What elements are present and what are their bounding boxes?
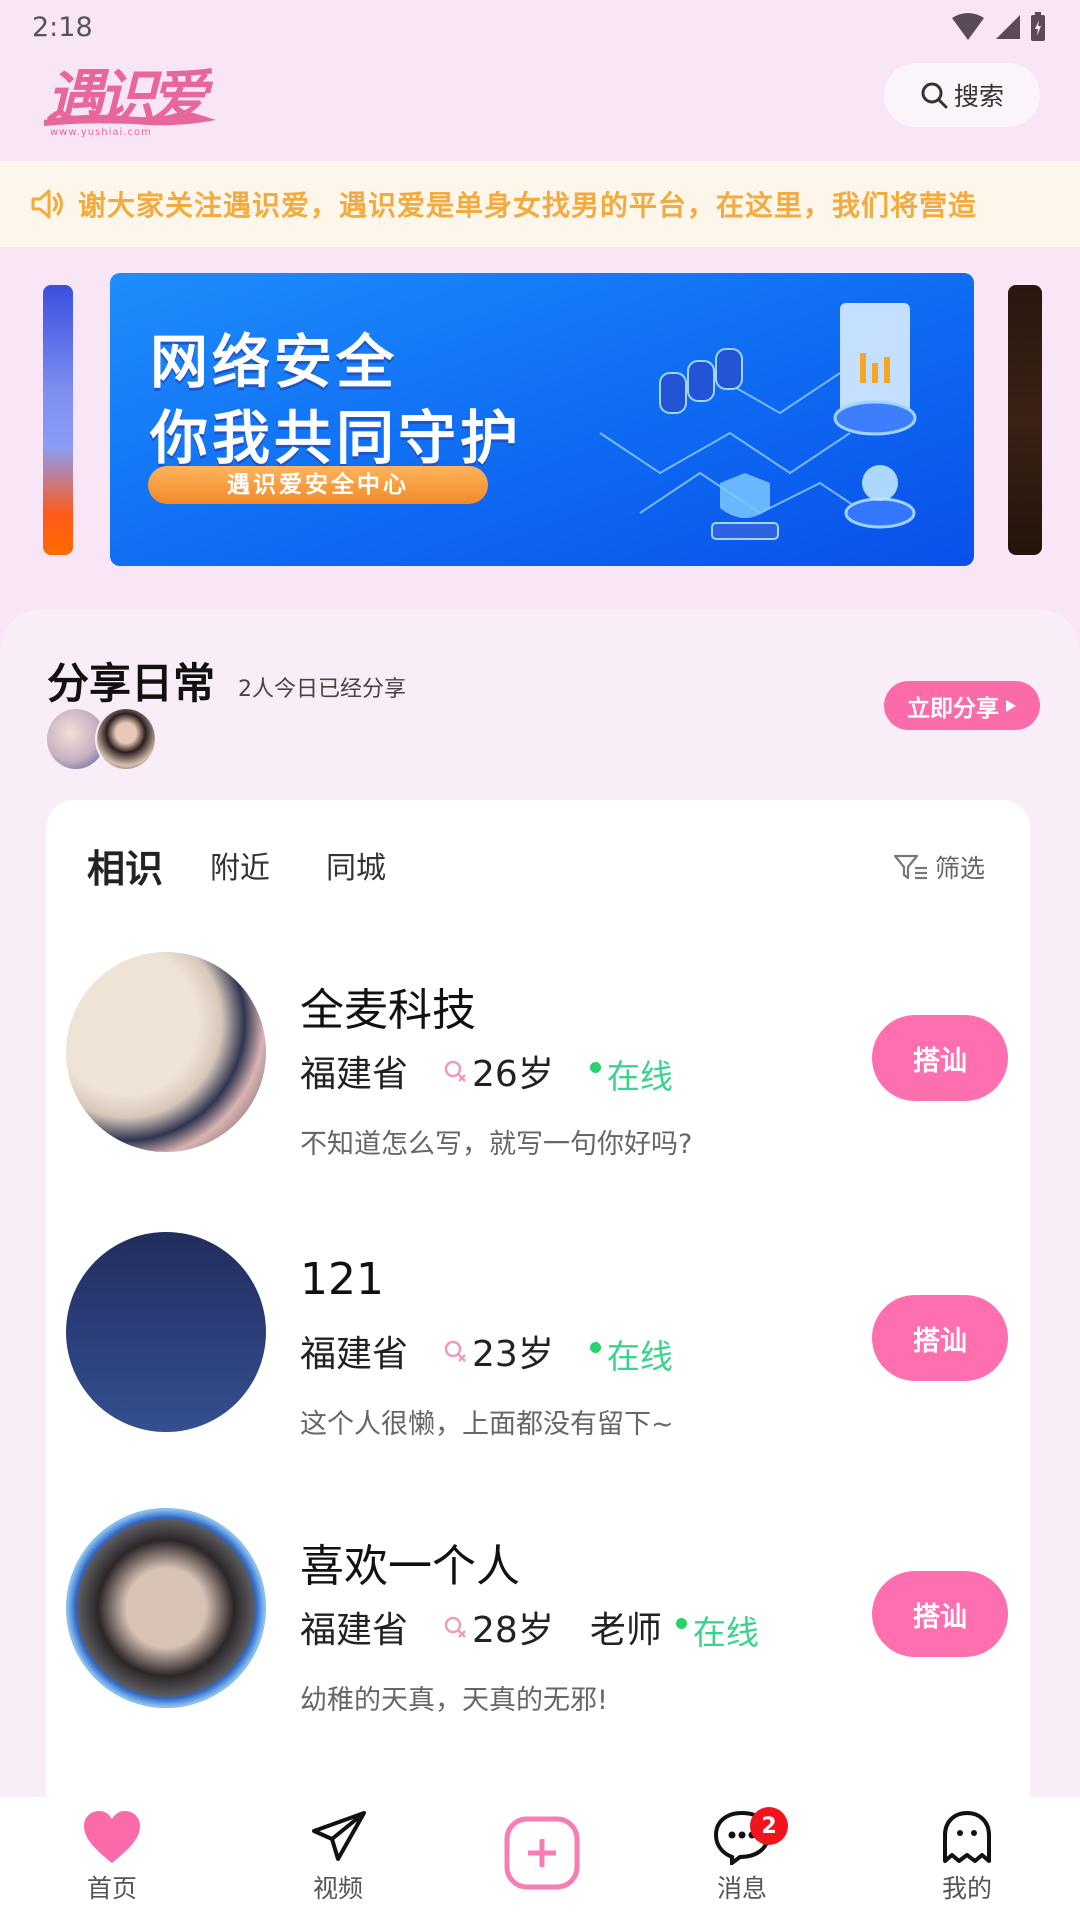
greet-button[interactable]: 搭讪 — [872, 1571, 1008, 1657]
user-name: 121 — [300, 1254, 384, 1305]
nav-home[interactable]: 首页 — [52, 1809, 172, 1905]
banner-carousel-slide[interactable]: 网络安全 你我共同守护 遇识爱安全中心 — [110, 273, 974, 566]
greet-button[interactable]: 搭讪 — [872, 1295, 1008, 1381]
wifi-icon — [952, 13, 984, 40]
speaker-icon — [31, 189, 63, 219]
search-label: 搜索 — [953, 82, 1004, 111]
greet-button[interactable]: 搭讪 — [872, 1015, 1008, 1101]
female-icon — [444, 1340, 466, 1362]
nav-video[interactable]: 视频 — [278, 1809, 398, 1905]
user-meta: 福建省 26岁 在线 — [300, 1044, 673, 1098]
nav-label: 视频 — [312, 1874, 363, 1903]
online-dot — [675, 1617, 687, 1629]
female-icon — [444, 1616, 466, 1638]
online-status: 在线 — [692, 1613, 759, 1652]
logo-subtitle: www.yushiai.com — [50, 127, 152, 138]
banner-subheadline: 你我共同守护 — [150, 404, 523, 472]
user-bio: 不知道怎么写，就写一句你好吗? — [300, 1129, 693, 1160]
tab-nearby[interactable]: 附近 — [210, 843, 270, 887]
filter-label: 筛选 — [935, 854, 986, 883]
list-item[interactable]: 喜欢一个人 福建省 28岁 老师 在线 幼稚的天真，天真的无邪! 搭讪 — [46, 1508, 1030, 1768]
paper-plane-icon — [312, 1811, 366, 1861]
user-name: 喜欢一个人 — [300, 1541, 520, 1592]
play-arrow-icon — [1006, 699, 1016, 712]
share-subtitle: 2人今日已经分享 — [238, 677, 406, 702]
battery-charging-icon — [1031, 12, 1045, 41]
notice-text: 谢大家关注遇识爱，遇识爱是单身女找男的平台，在这里，我们将营造 — [78, 189, 978, 222]
search-icon — [921, 82, 948, 109]
bottom-nav: 首页 视频 2 消息 我的 — [0, 1797, 1080, 1920]
carousel-prev-card[interactable] — [43, 285, 73, 555]
nav-label: 首页 — [86, 1874, 137, 1903]
tab-acquaintance[interactable]: 相识 — [87, 838, 163, 893]
list-item[interactable]: 121 福建省 23岁 在线 这个人很懒，上面都没有留下~ 搭讪 — [46, 1232, 1030, 1492]
avatar[interactable] — [66, 1232, 266, 1432]
nav-label: 我的 — [941, 1874, 992, 1903]
female-icon — [444, 1060, 466, 1082]
notice-bar[interactable]: 谢大家关注遇识爱，遇识爱是单身女找男的平台，在这里，我们将营造 — [0, 161, 1080, 247]
carousel-next-card[interactable] — [1008, 285, 1042, 555]
occupation: 老师 — [589, 1610, 662, 1651]
avatar[interactable] — [95, 707, 157, 771]
banner-headline: 网络安全 — [150, 328, 399, 396]
ghost-icon — [943, 1811, 991, 1863]
avatar[interactable] — [66, 952, 266, 1152]
status-icons — [950, 12, 1046, 42]
age: 28岁 — [472, 1610, 554, 1651]
user-name: 全麦科技 — [300, 985, 476, 1036]
online-status: 在线 — [606, 1057, 673, 1096]
online-dot — [589, 1061, 601, 1073]
share-now-button[interactable]: 立即分享 — [884, 681, 1040, 730]
unread-badge: 2 — [750, 1807, 788, 1845]
list-item[interactable]: 全麦科技 福建省 26岁 在线 不知道怎么写，就写一句你好吗? 搭讪 — [46, 952, 1030, 1212]
filter-button[interactable]: 筛选 — [893, 849, 985, 885]
status-time: 2:18 — [32, 12, 93, 43]
heart-icon — [84, 1811, 140, 1863]
search-button[interactable]: 搜索 — [884, 63, 1040, 127]
app-logo: 遇识爱 www.yushiai.com — [44, 50, 219, 142]
nav-messages[interactable]: 2 消息 — [682, 1807, 802, 1905]
user-bio: 这个人很懒，上面都没有留下~ — [300, 1409, 674, 1440]
online-status: 在线 — [606, 1337, 673, 1376]
user-bio: 幼稚的天真，天真的无邪! — [300, 1685, 608, 1716]
age: 26岁 — [472, 1054, 554, 1095]
province: 福建省 — [300, 1054, 409, 1095]
tab-same-city[interactable]: 同城 — [326, 843, 386, 887]
network-security-illustration — [599, 303, 917, 540]
logo-swoosh — [44, 110, 216, 126]
user-meta: 福建省 28岁 老师 在线 — [300, 1600, 759, 1654]
age: 23岁 — [472, 1334, 554, 1375]
share-title: 分享日常 — [47, 659, 216, 708]
province: 福建省 — [300, 1334, 409, 1375]
avatar[interactable] — [66, 1508, 266, 1708]
add-post-icon — [504, 1816, 580, 1890]
share-avatars[interactable] — [45, 707, 165, 771]
signal-icon — [996, 15, 1020, 39]
nav-label: 消息 — [716, 1874, 767, 1903]
share-now-label: 立即分享 — [907, 695, 999, 722]
banner-cta[interactable]: 遇识爱安全中心 — [148, 466, 488, 504]
online-dot — [589, 1341, 601, 1353]
province: 福建省 — [300, 1610, 409, 1651]
nav-add-post[interactable] — [482, 1815, 602, 1891]
user-meta: 福建省 23岁 在线 — [300, 1324, 673, 1378]
nav-profile[interactable]: 我的 — [907, 1809, 1027, 1905]
filter-icon — [893, 854, 927, 880]
